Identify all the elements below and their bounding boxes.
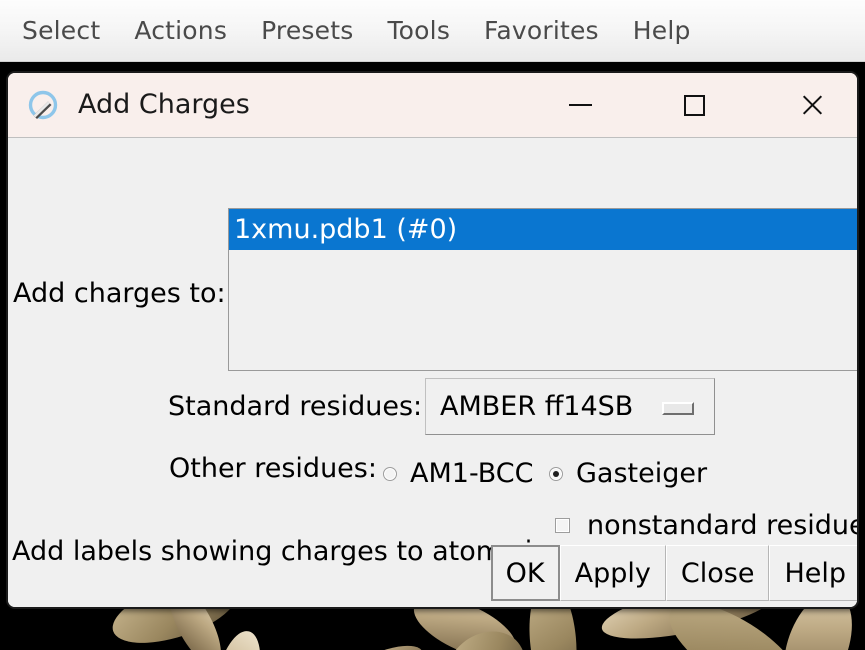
standard-residues-label: Standard residues:: [168, 391, 423, 422]
menubar-item-help[interactable]: Help: [616, 16, 708, 45]
ribbon-segment: [297, 632, 433, 650]
close-button[interactable]: [779, 73, 845, 137]
model-listbox[interactable]: 1xmu.pdb1 (#0): [228, 208, 857, 371]
option-menu-indicator-icon: [662, 402, 694, 415]
menubar-item-select[interactable]: Select: [5, 16, 117, 45]
checkbox-nonstandard-residues-label: nonstandard residues: [587, 510, 859, 541]
radio-selected-icon: [549, 466, 563, 481]
standard-residues-option-menu[interactable]: AMBER ff14SB: [425, 378, 715, 435]
menubar-item-presets[interactable]: Presets: [244, 16, 370, 45]
other-residues-label: Other residues:: [169, 453, 377, 484]
checkbox-nonstandard-residues[interactable]: nonstandard residues: [555, 510, 859, 541]
ok-button[interactable]: OK: [490, 545, 560, 601]
maximize-icon: [683, 94, 705, 116]
application-screen: Select Actions Presets Tools Favorites H…: [0, 0, 865, 650]
add-charges-dialog: Add Charges Add charges to: 1xmu.pdb1 (#…: [6, 71, 859, 609]
radio-am1-bcc-label: AM1-BCC: [410, 458, 534, 489]
help-button[interactable]: Help: [769, 545, 857, 601]
standard-residues-value: AMBER ff14SB: [440, 391, 634, 422]
dialog-titlebar[interactable]: Add Charges: [8, 73, 857, 138]
minimize-icon: [568, 104, 592, 106]
radio-gasteiger[interactable]: Gasteiger: [549, 458, 707, 489]
dialog-title: Add Charges: [78, 89, 250, 120]
menubar-item-tools[interactable]: Tools: [370, 16, 467, 45]
minimize-button[interactable]: [547, 73, 613, 137]
list-item[interactable]: 1xmu.pdb1 (#0): [229, 209, 857, 250]
dialog-button-bar: OK Apply Close Help: [8, 545, 857, 605]
radio-gasteiger-label: Gasteiger: [576, 458, 708, 489]
radio-unselected-icon: [383, 466, 397, 481]
close-dialog-button[interactable]: Close: [665, 545, 770, 601]
close-icon: [800, 93, 824, 117]
maximize-button[interactable]: [661, 73, 727, 137]
add-charges-to-label: Add charges to:: [13, 278, 226, 309]
menu-bar: Select Actions Presets Tools Favorites H…: [0, 0, 865, 62]
menubar-item-actions[interactable]: Actions: [117, 16, 244, 45]
radio-am1-bcc[interactable]: AM1-BCC: [383, 458, 533, 489]
dialog-body: Add charges to: 1xmu.pdb1 (#0) Standard …: [8, 138, 859, 607]
chimerax-logo-icon: [28, 90, 58, 120]
checkbox-unchecked-icon: [555, 518, 570, 533]
apply-button[interactable]: Apply: [559, 545, 666, 601]
menubar-item-favorites[interactable]: Favorites: [467, 16, 616, 45]
